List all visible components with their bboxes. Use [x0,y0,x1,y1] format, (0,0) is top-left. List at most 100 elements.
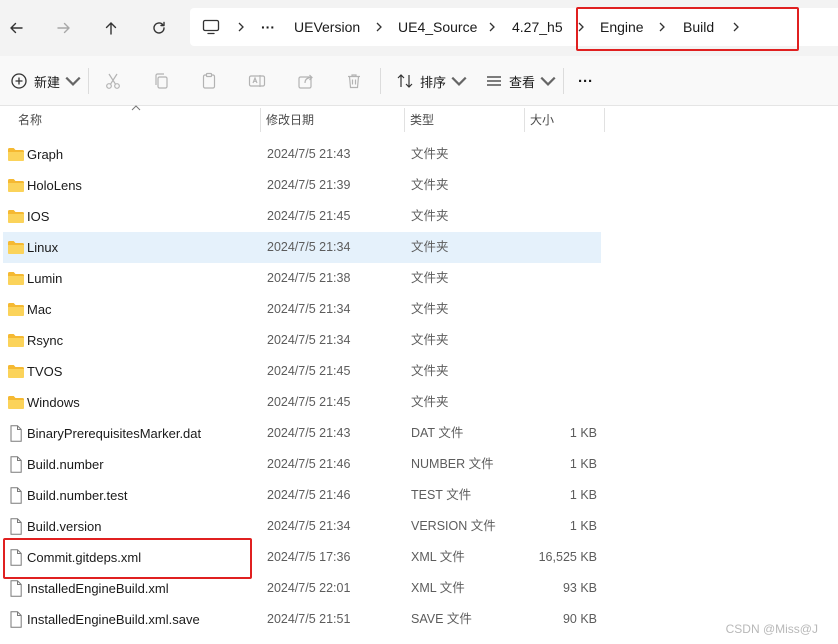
scissors-icon [106,73,120,89]
file-name: IOS [27,209,50,224]
file-name: Build.number.test [27,488,128,503]
chevron-right-icon[interactable] [487,21,497,33]
file-date: 2024/7/5 21:45 [267,209,351,223]
up-button[interactable] [97,14,125,42]
file-size: 1 KB [569,457,597,471]
breadcrumb-item-ueversion[interactable]: UEVersion [294,8,360,46]
copy-icon [155,73,168,89]
share-button[interactable] [297,66,315,96]
file-type: 文件夹 [411,209,449,223]
column-header-size[interactable]: 大小 [524,106,604,134]
column-headers: 名称 修改日期 类型 大小 [0,105,838,134]
folder-icon [7,332,25,349]
file-size: 93 KB [562,581,597,595]
file-row[interactable]: HoloLens 2024/7/5 21:39 文件夹 [3,170,601,201]
folder-icon [7,363,25,380]
file-date: 2024/7/5 21:34 [267,302,351,316]
file-row[interactable]: Linux 2024/7/5 21:34 文件夹 [3,232,601,263]
copy-button[interactable] [152,66,170,96]
file-row[interactable]: Graph 2024/7/5 21:43 文件夹 [3,139,601,170]
column-divider[interactable] [604,108,605,132]
file-row[interactable]: InstalledEngineBuild.xml.save 2024/7/5 21… [3,604,601,635]
refresh-button[interactable] [145,14,173,42]
breadcrumb-item-engine[interactable]: Engine [600,8,644,46]
watermark: CSDN @Miss@J [725,622,818,636]
arrow-up-icon [105,22,117,35]
folder-icon [7,239,25,256]
column-header-date[interactable]: 修改日期 [260,106,404,134]
file-row[interactable]: IOS 2024/7/5 21:45 文件夹 [3,201,601,232]
file-row[interactable]: Build.number.test 2024/7/5 21:46 TEST 文件 1 … [3,480,601,511]
file-row[interactable]: TVOS 2024/7/5 21:45 文件夹 [3,356,601,387]
file-row[interactable]: Commit.gitdeps.xml 2024/7/5 17:36 XML 文件 16… [3,542,601,573]
file-date: 2024/7/5 21:43 [267,426,351,440]
sort-icon [397,74,413,88]
share-icon [298,74,313,89]
chevron-down-icon [65,76,81,86]
file-type: SAVE 文件 [411,612,472,626]
file-date: 2024/7/5 21:46 [267,488,351,502]
breadcrumb-item-4-27-h5[interactable]: 4.27_h5 [512,8,563,46]
address-bar[interactable]: ··· UEVersion UE4_Source 4.27_h5 Engine … [190,8,838,46]
file-size: 90 KB [562,612,597,626]
file-date: 2024/7/5 21:39 [267,178,351,192]
file-size: 16,525 KB [538,550,597,564]
chevron-right-icon[interactable] [576,21,586,33]
forward-button[interactable] [50,14,78,42]
more-options-button[interactable]: ··· [578,66,593,96]
column-header-type[interactable]: 类型 [404,106,524,134]
file-row[interactable]: InstalledEngineBuild.xml 2024/7/5 22:01 XM… [3,573,601,604]
file-type: 文件夹 [411,395,449,409]
file-icon [7,549,25,566]
file-date: 2024/7/5 21:34 [267,519,351,533]
file-type: NUMBER 文件 [411,457,494,471]
breadcrumb-item-ue4-source[interactable]: UE4_Source [398,8,477,46]
monitor-icon[interactable] [202,19,220,35]
delete-button[interactable] [345,66,363,96]
file-row[interactable]: Windows 2024/7/5 21:45 文件夹 [3,387,601,418]
plus-circle-icon [11,73,27,89]
file-date: 2024/7/5 21:34 [267,240,351,254]
chevron-right-icon[interactable] [657,21,667,33]
file-row[interactable]: Rsync 2024/7/5 21:34 文件夹 [3,325,601,356]
toolbar-divider [88,68,89,94]
file-date: 2024/7/5 21:34 [267,333,351,347]
trash-icon [348,74,360,89]
arrow-right-icon [57,22,70,34]
file-name: TVOS [27,364,63,379]
file-row[interactable]: Build.number 2024/7/5 21:46 NUMBER 文件 1 KB [3,449,601,480]
view-button[interactable]: 查看 [485,66,557,96]
breadcrumb-overflow[interactable]: ··· [261,8,275,46]
file-row[interactable]: Lumin 2024/7/5 21:38 文件夹 [3,263,601,294]
paste-button[interactable] [200,66,218,96]
file-date: 2024/7/5 21:43 [267,147,351,161]
file-type: VERSION 文件 [411,519,496,533]
file-name: Build.number [27,457,104,472]
sort-button[interactable]: 排序 [396,66,468,96]
chevron-right-icon[interactable] [236,21,246,33]
file-row[interactable]: Build.version 2024/7/5 21:34 VERSION 文件 1 K… [3,511,601,542]
file-type: 文件夹 [411,178,449,192]
folder-icon [7,301,25,318]
refresh-icon [153,21,165,34]
back-button[interactable] [2,14,30,42]
navigation-bar: ··· UEVersion UE4_Source 4.27_h5 Engine … [0,0,838,56]
breadcrumb-item-build[interactable]: Build [683,8,714,46]
file-row[interactable]: BinaryPrerequisitesMarker.dat 2024/7/5 21… [3,418,601,449]
rename-button[interactable] [248,66,266,96]
file-row[interactable]: Mac 2024/7/5 21:34 文件夹 [3,294,601,325]
new-button[interactable]: 新建 [10,66,82,96]
file-name: InstalledEngineBuild.xml.save [27,612,200,627]
file-date: 2024/7/5 17:36 [267,550,351,564]
view-label: 查看 [509,74,536,90]
folder-icon [7,208,25,225]
column-header-name[interactable]: 名称 [12,106,260,134]
file-type: XML 文件 [411,550,465,564]
cut-button[interactable] [104,66,122,96]
file-type: 文件夹 [411,364,449,378]
file-type: DAT 文件 [411,426,464,440]
file-name: Graph [27,147,64,162]
file-icon [7,611,25,628]
chevron-right-icon[interactable] [731,21,741,33]
chevron-right-icon[interactable] [374,21,384,33]
